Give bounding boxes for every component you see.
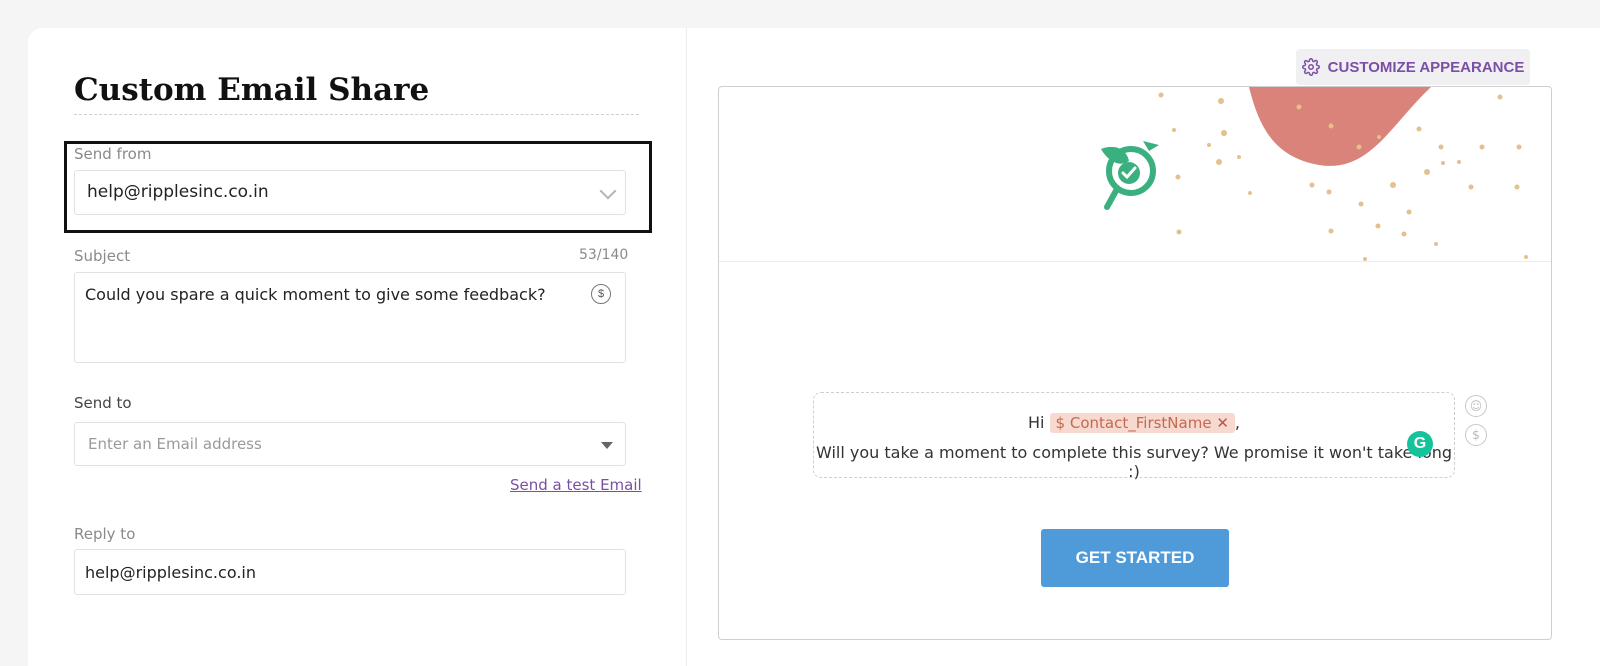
dollar-icon[interactable]: $ [591, 284, 611, 304]
reply-to-value: help@ripplesinc.co.in [85, 563, 256, 582]
send-from-value: help@ripplesinc.co.in [87, 182, 269, 202]
header-decoration [1101, 87, 1528, 261]
message-editor[interactable]: Hi $ Contact_FirstName ✕, Will you take … [813, 392, 1455, 481]
subject-char-counter: 53/140 [579, 247, 629, 263]
greeting-line: Hi $ Contact_FirstName ✕, [814, 413, 1454, 433]
bird-logo [1101, 141, 1159, 210]
send-to-label: Send to [74, 394, 132, 412]
survey-message: Will you take a moment to complete this … [815, 443, 1453, 481]
greeting-text: Hi [1027, 413, 1045, 432]
greeting-comma: , [1234, 413, 1241, 432]
send-from-select[interactable]: help@ripplesinc.co.in [74, 170, 626, 215]
smiley-icon[interactable]: ☺ [1465, 395, 1487, 417]
caret-down-icon[interactable] [601, 442, 613, 449]
reply-to-label: Reply to [74, 525, 136, 543]
token-dollar-icon: $ [1055, 414, 1066, 432]
send-from-label: Send from [74, 145, 152, 163]
preview-header [719, 87, 1551, 262]
reply-to-input[interactable]: help@ripplesinc.co.in [74, 549, 626, 595]
customize-appearance-button[interactable]: CUSTOMIZE APPEARANCE [1296, 49, 1530, 85]
get-started-button[interactable]: GET STARTED [1041, 529, 1229, 587]
email-share-card: Custom Email Share Send from help@ripple… [28, 28, 1600, 666]
form-panel: Custom Email Share Send from help@ripple… [28, 28, 687, 666]
gear-icon [1301, 58, 1320, 76]
send-test-email-link[interactable]: Send a test Email [510, 476, 642, 494]
send-to-placeholder: Enter an Email address [88, 435, 262, 453]
contact-firstname-token[interactable]: $ Contact_FirstName ✕ [1049, 413, 1235, 433]
chevron-down-icon [599, 182, 617, 200]
customize-appearance-label: CUSTOMIZE APPEARANCE [1327, 58, 1525, 76]
grammarly-icon[interactable]: G [1407, 431, 1433, 457]
subject-label: Subject [74, 247, 131, 265]
subject-input[interactable]: Could you spare a quick moment to give s… [74, 272, 626, 363]
dollar-icon[interactable]: $ [1465, 424, 1487, 446]
email-preview: Hi $ Contact_FirstName ✕, Will you take … [718, 86, 1552, 640]
token-label: Contact_FirstName [1069, 414, 1212, 432]
page-title: Custom Email Share [74, 72, 639, 115]
close-icon[interactable]: ✕ [1216, 414, 1229, 432]
send-to-input[interactable]: Enter an Email address [74, 422, 626, 466]
coral-blob [1249, 87, 1431, 166]
subject-value: Could you spare a quick moment to give s… [85, 285, 546, 304]
